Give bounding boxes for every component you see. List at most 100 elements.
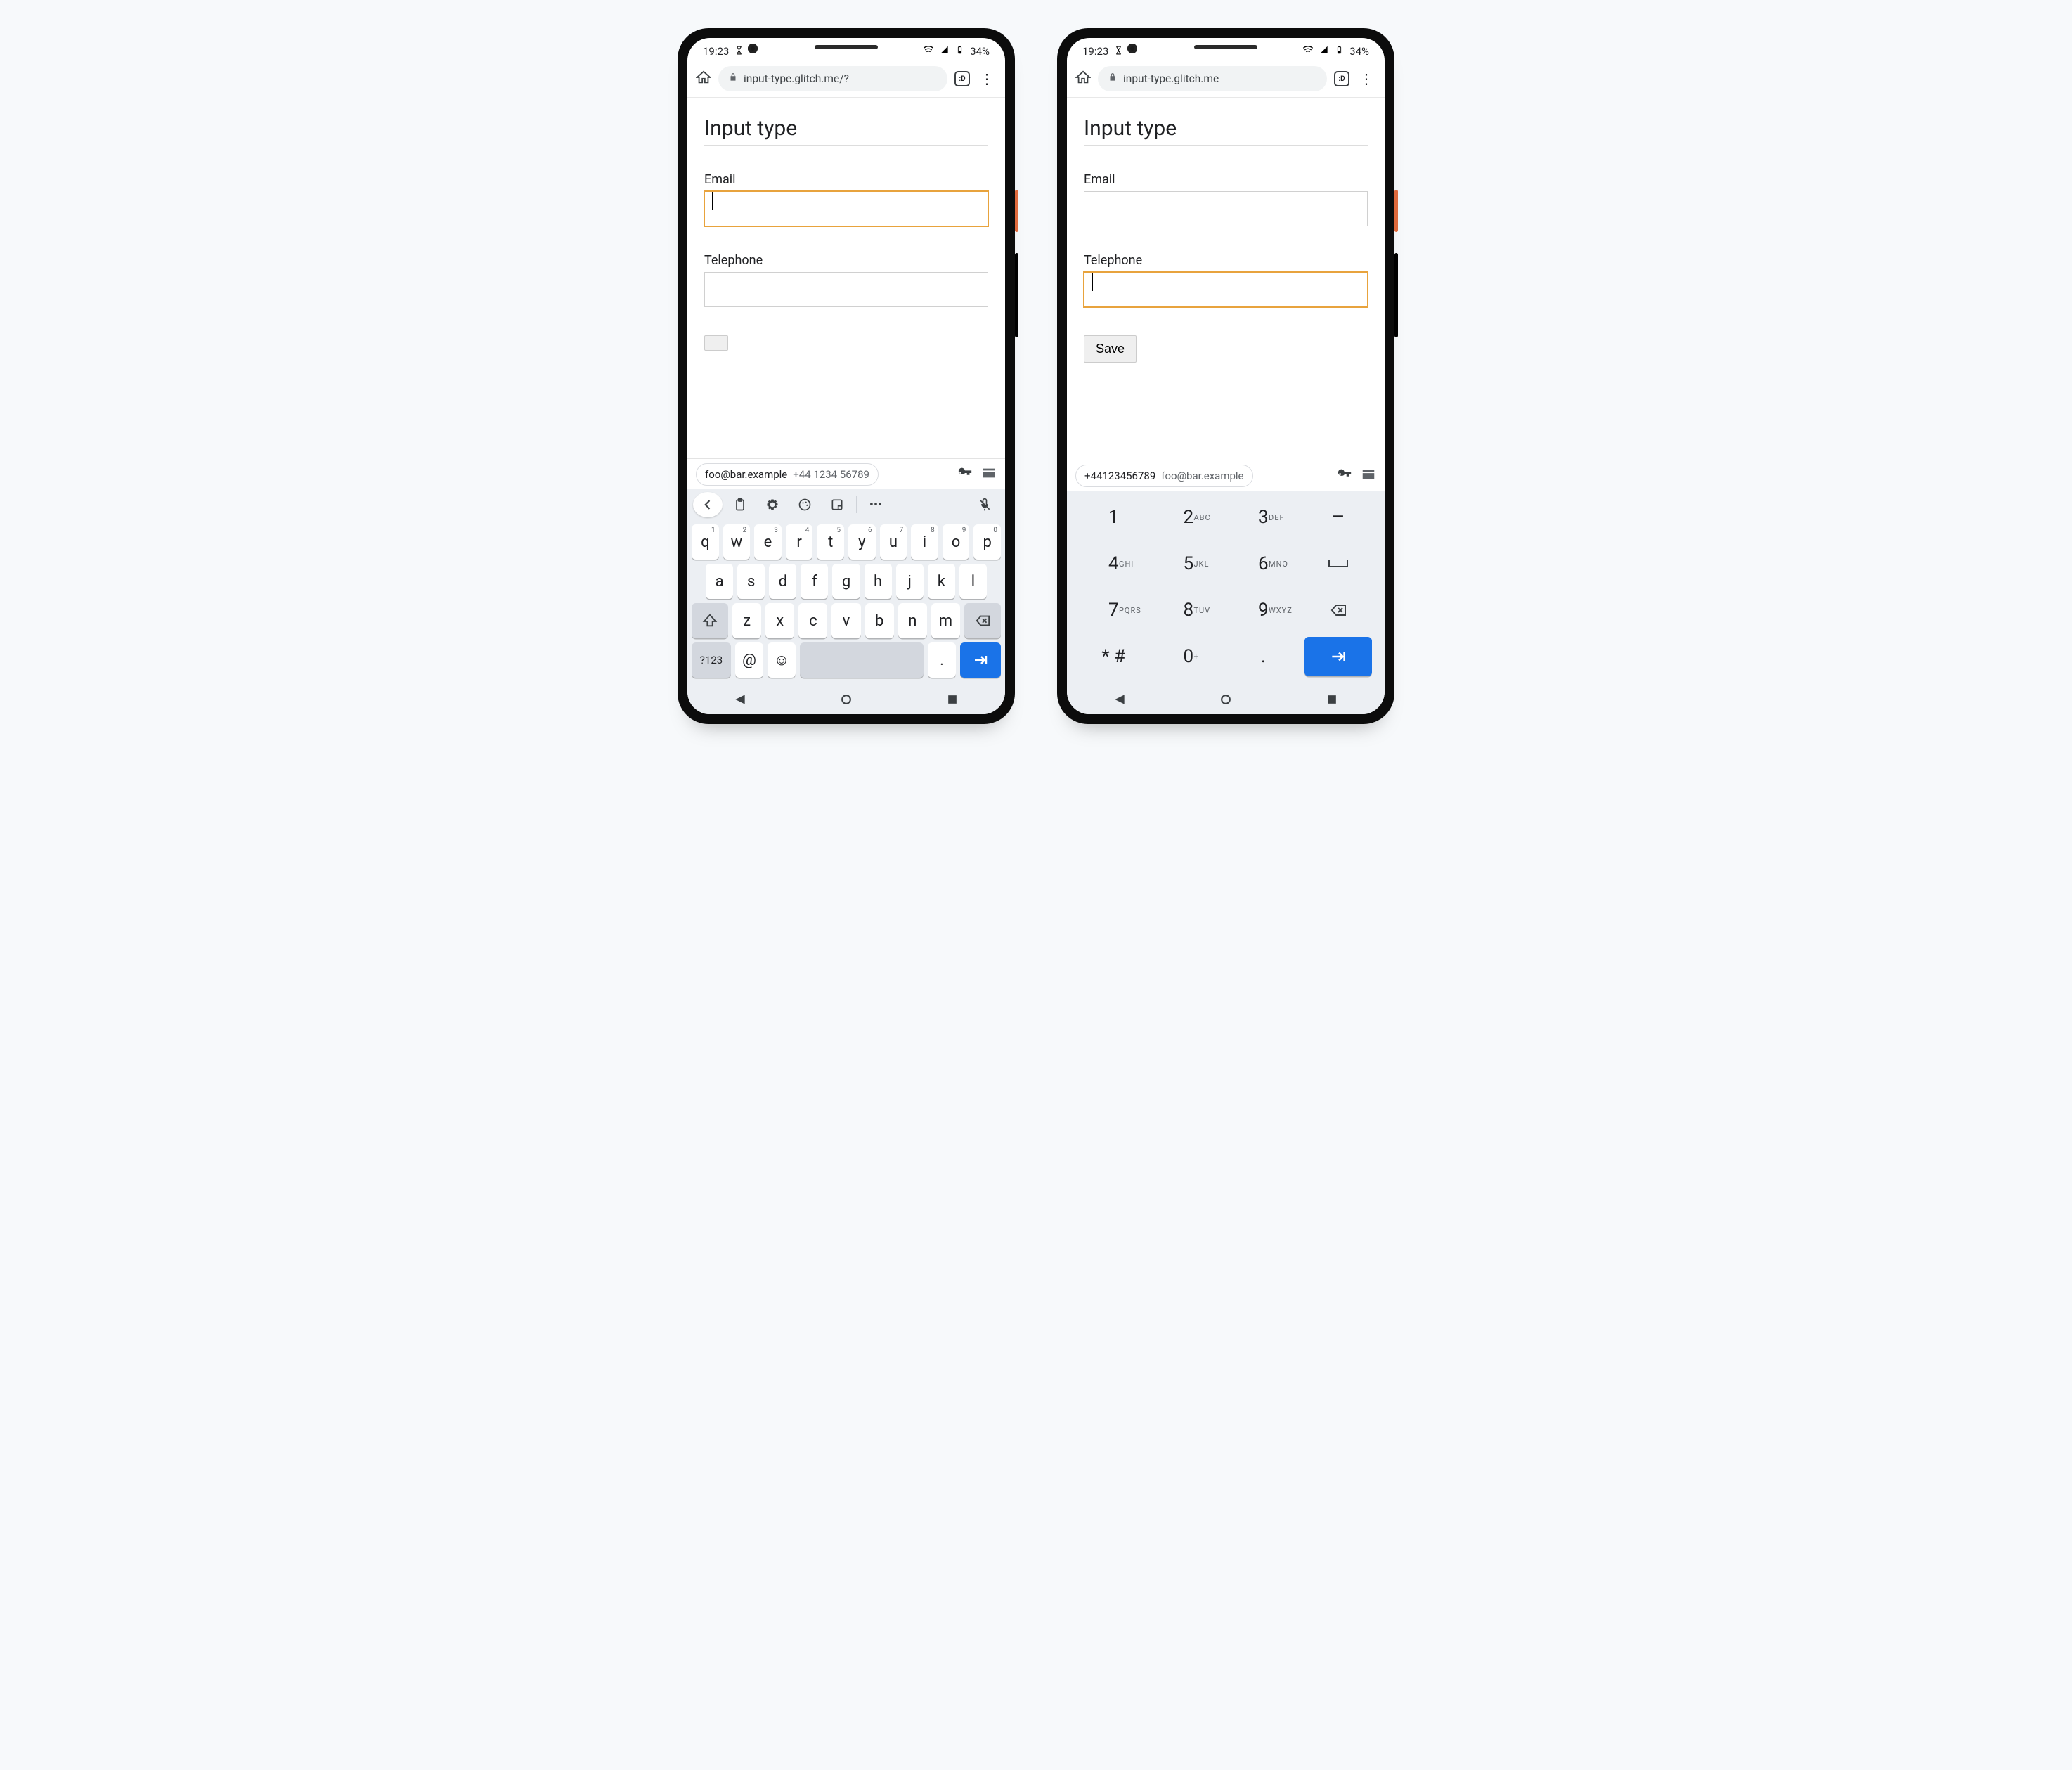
url-text: input-type.glitch.me/? [744,72,849,85]
telephone-field[interactable] [1084,272,1368,307]
keypad-enter[interactable] [1304,637,1373,676]
key-h[interactable]: h [865,564,892,599]
nav-back-icon[interactable] [1113,692,1127,706]
tab-switcher[interactable]: :D [954,71,970,86]
wifi-icon [923,44,934,58]
key-v[interactable]: v [831,603,860,638]
keypad-[interactable]: . [1229,637,1297,676]
emoji-key[interactable]: ☺ [768,642,796,678]
overflow-menu-icon[interactable]: ⋮ [977,70,997,87]
home-icon[interactable] [1075,70,1091,88]
clipboard-icon[interactable] [725,492,755,517]
key-r[interactable]: r4 [786,524,813,560]
more-icon[interactable]: ••• [861,492,891,517]
password-key-icon[interactable] [957,465,973,484]
spacebar-key[interactable] [800,642,924,678]
key-s[interactable]: s [737,564,765,599]
key-b[interactable]: b [865,603,894,638]
key-c[interactable]: c [798,603,827,638]
status-time: 19:23 [1082,45,1108,58]
nav-back-icon[interactable] [733,692,747,706]
key-a[interactable]: a [706,564,733,599]
nav-home-icon[interactable] [839,692,853,706]
key-x[interactable]: x [765,603,794,638]
payment-card-icon[interactable] [981,465,997,484]
power-button[interactable] [1015,190,1018,232]
key-t[interactable]: t5 [817,524,844,560]
email-field[interactable] [704,191,988,226]
key-g[interactable]: g [832,564,860,599]
lock-icon [1108,72,1118,85]
battery-icon [955,45,964,58]
volume-button[interactable] [1015,253,1018,337]
backspace-key[interactable] [964,603,1001,638]
save-button[interactable]: Save [1084,335,1137,363]
nav-recent-icon[interactable] [945,692,959,706]
tab-switcher[interactable]: :D [1334,71,1349,86]
key-l[interactable]: l [959,564,987,599]
autofill-suggestion[interactable]: foo@bar.example +44 1234 56789 [696,463,879,486]
keypad-dash[interactable]: – [1304,498,1373,537]
payment-card-icon[interactable] [1361,467,1376,485]
key-n[interactable]: n [898,603,927,638]
mic-off-icon[interactable] [970,492,999,517]
keypad-4[interactable]: 4GHI [1080,544,1148,583]
address-bar[interactable]: input-type.glitch.me [1098,66,1327,91]
key-e[interactable]: e3 [754,524,782,560]
status-bar: 19:23 34% [687,38,1005,62]
nav-home-icon[interactable] [1219,692,1233,706]
telephone-field[interactable] [704,272,988,307]
volume-button[interactable] [1394,253,1398,337]
password-key-icon[interactable] [1337,467,1352,485]
key-o[interactable]: o9 [943,524,970,560]
keypad-0[interactable]: 0+ [1155,637,1223,676]
keypad-[interactable]: * # [1080,637,1148,676]
key-u[interactable]: u7 [880,524,907,560]
hourglass-icon [1114,46,1123,58]
keypad-8[interactable]: 8TUV [1155,590,1223,630]
keypad-backspace[interactable] [1304,590,1373,630]
key-q[interactable]: q1 [692,524,719,560]
nav-recent-icon[interactable] [1325,692,1339,706]
address-bar[interactable]: input-type.glitch.me/? [718,66,947,91]
key-w[interactable]: w2 [723,524,751,560]
keyboard-toolbar: ••• [687,489,1005,520]
keypad-2[interactable]: 2ABC [1155,498,1223,537]
keypad-5[interactable]: 5JKL [1155,544,1223,583]
key-f[interactable]: f [801,564,828,599]
key-i[interactable]: i8 [911,524,938,560]
cell-signal-icon [940,45,950,58]
enter-key[interactable] [960,642,1001,678]
overflow-menu-icon[interactable]: ⋮ [1356,70,1376,87]
symbols-key[interactable]: ?123 [692,642,731,678]
key-d[interactable]: d [769,564,796,599]
home-icon[interactable] [696,70,711,88]
lock-icon [728,72,738,85]
key-y[interactable]: y6 [848,524,876,560]
key-p[interactable]: p0 [973,524,1001,560]
save-button[interactable] [704,335,728,351]
email-field[interactable] [1084,191,1368,226]
android-nav-bar [1067,685,1385,714]
period-key[interactable]: . [928,642,956,678]
key-z[interactable]: z [732,603,761,638]
gear-icon[interactable] [758,492,787,517]
keypad-space[interactable] [1304,544,1373,583]
autofill-suggestion[interactable]: +44123456789 foo@bar.example [1075,465,1253,487]
keyboard-back-button[interactable] [693,492,723,517]
sticker-icon[interactable] [822,492,852,517]
numeric-keypad: 12ABC3DEF– 4GHI5JKL6MNO 7PQRS8TUV9WXYZ * #0… [1067,491,1385,685]
phone-right: 19:23 34% input-type.glitch.me :D ⋮ Inpu… [1057,28,1394,724]
power-button[interactable] [1394,190,1398,232]
keypad-3[interactable]: 3DEF [1229,498,1297,537]
keypad-1[interactable]: 1 [1080,498,1148,537]
palette-icon[interactable] [790,492,820,517]
at-key[interactable]: @ [735,642,763,678]
key-m[interactable]: m [931,603,960,638]
keypad-7[interactable]: 7PQRS [1080,590,1148,630]
key-j[interactable]: j [896,564,924,599]
keypad-6[interactable]: 6MNO [1229,544,1297,583]
keypad-9[interactable]: 9WXYZ [1229,590,1297,630]
key-k[interactable]: k [928,564,955,599]
shift-key[interactable] [692,603,728,638]
